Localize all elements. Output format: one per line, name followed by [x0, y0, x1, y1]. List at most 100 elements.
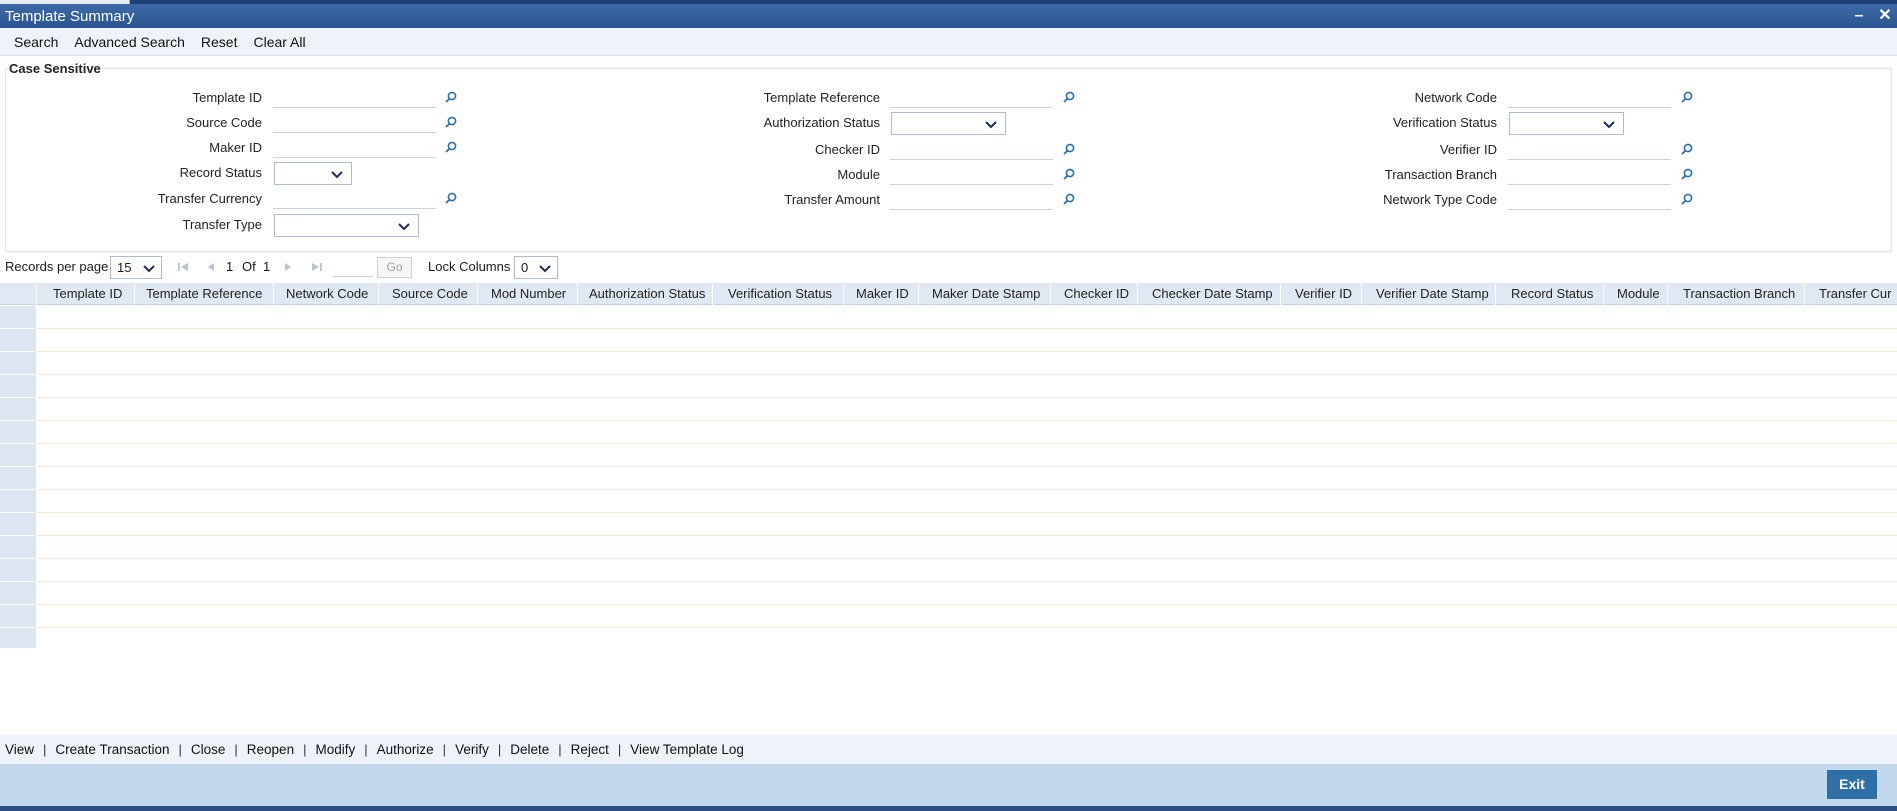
column-header[interactable]: Template Reference: [146, 283, 262, 305]
row-selector[interactable]: [0, 628, 36, 649]
row-selector[interactable]: [0, 536, 36, 559]
window-title: Template Summary: [5, 7, 135, 25]
header-separator: [1050, 283, 1051, 305]
close-icon[interactable]: ✕: [1877, 4, 1893, 28]
column-header[interactable]: Maker Date Stamp: [932, 283, 1040, 305]
advanced-search-button[interactable]: Advanced Search: [66, 34, 193, 50]
column-header[interactable]: Source Code: [392, 283, 468, 305]
column-header[interactable]: Module: [1617, 283, 1660, 305]
column-header[interactable]: Template ID: [53, 283, 122, 305]
transaction-branch-lookup-icon[interactable]: [1680, 167, 1694, 181]
maker-id-lookup-icon[interactable]: [444, 140, 458, 154]
create-transaction-action[interactable]: Create Transaction: [55, 742, 169, 757]
modify-action[interactable]: Modify: [315, 742, 355, 757]
column-header[interactable]: Authorization Status: [589, 283, 705, 305]
checker-id-row: Checker ID: [700, 139, 1100, 161]
checker-id-lookup-icon[interactable]: [1062, 142, 1076, 156]
module-lookup-icon[interactable]: [1062, 167, 1076, 181]
row-selector[interactable]: [0, 559, 36, 582]
verify-action[interactable]: Verify: [455, 742, 489, 757]
row-divider: [37, 581, 1897, 582]
transfer-amount-lookup-icon[interactable]: [1062, 192, 1076, 206]
verifier-id-input[interactable]: [1508, 141, 1671, 160]
previous-page-icon[interactable]: [204, 260, 218, 274]
row-divider: [37, 489, 1897, 490]
authorization-status-select[interactable]: [891, 112, 1006, 135]
verification-status-select[interactable]: [1509, 112, 1624, 135]
action-separator: |: [442, 742, 447, 757]
row-selector[interactable]: [0, 352, 36, 375]
column-header[interactable]: Verifier ID: [1295, 283, 1352, 305]
column-header[interactable]: Record Status: [1511, 283, 1593, 305]
network-type-code-lookup-icon[interactable]: [1680, 192, 1694, 206]
template-id-input[interactable]: [273, 89, 436, 108]
module-input[interactable]: [890, 166, 1053, 185]
column-header[interactable]: Transfer Cur: [1819, 283, 1891, 305]
next-page-icon[interactable]: [281, 260, 295, 274]
row-selector[interactable]: [0, 490, 36, 513]
authorize-action[interactable]: Authorize: [377, 742, 434, 757]
row-selector[interactable]: [0, 467, 36, 490]
column-header[interactable]: Mod Number: [491, 283, 566, 305]
source-code-input[interactable]: [273, 114, 436, 133]
template-reference-lookup-icon[interactable]: [1062, 90, 1076, 104]
transfer-currency-input[interactable]: [273, 190, 436, 209]
maker-id-input[interactable]: [273, 139, 436, 158]
row-selector[interactable]: [0, 329, 36, 352]
records-per-page-select[interactable]: 15: [110, 256, 162, 279]
row-selector[interactable]: [0, 306, 36, 329]
row-selector[interactable]: [0, 421, 36, 444]
column-header[interactable]: Network Code: [286, 283, 368, 305]
row-selector[interactable]: [0, 605, 36, 628]
maker-id-row: Maker ID: [0, 137, 470, 159]
first-page-icon[interactable]: [176, 260, 190, 274]
clear-all-button[interactable]: Clear All: [245, 34, 313, 50]
row-selector[interactable]: [0, 375, 36, 398]
column-header[interactable]: Checker ID: [1064, 283, 1129, 305]
row-selector[interactable]: [0, 513, 36, 536]
reject-action[interactable]: Reject: [571, 742, 609, 757]
go-button[interactable]: Go: [377, 257, 412, 278]
network-code-row: Network Code: [1320, 87, 1720, 109]
transfer-amount-input[interactable]: [890, 191, 1053, 210]
transfer-currency-lookup-icon[interactable]: [444, 191, 458, 205]
template-id-lookup-icon[interactable]: [444, 90, 458, 104]
transfer-type-select[interactable]: [274, 214, 419, 237]
maker-id-label: Maker ID: [209, 140, 262, 155]
pagination-bar: Records per page 15 1 Of 1 Go Lock Colum…: [0, 253, 1897, 281]
search-button[interactable]: Search: [6, 34, 66, 50]
delete-action[interactable]: Delete: [510, 742, 549, 757]
column-header[interactable]: Checker Date Stamp: [1152, 283, 1273, 305]
source-code-lookup-icon[interactable]: [444, 115, 458, 129]
row-selector[interactable]: [0, 398, 36, 421]
exit-button[interactable]: Exit: [1827, 770, 1877, 799]
column-header[interactable]: Maker ID: [856, 283, 909, 305]
action-separator: |: [234, 742, 238, 757]
record-status-select[interactable]: [274, 162, 352, 185]
header-separator: [1280, 283, 1281, 305]
reset-button[interactable]: Reset: [193, 34, 246, 50]
row-selector[interactable]: [0, 582, 36, 605]
minimize-icon[interactable]: –: [1851, 4, 1867, 28]
view-template-log-action[interactable]: View Template Log: [630, 742, 744, 757]
reopen-action[interactable]: Reopen: [247, 742, 294, 757]
last-page-icon[interactable]: [310, 260, 324, 274]
lock-columns-select[interactable]: 0: [514, 256, 558, 279]
verifier-id-lookup-icon[interactable]: [1680, 142, 1694, 156]
go-to-page-input[interactable]: [333, 258, 373, 277]
verifier-id-label: Verifier ID: [1439, 142, 1497, 157]
network-code-lookup-icon[interactable]: [1680, 90, 1694, 104]
transaction-branch-input[interactable]: [1508, 166, 1671, 185]
column-header[interactable]: Verifier Date Stamp: [1376, 283, 1489, 305]
template-reference-input[interactable]: [890, 89, 1053, 108]
column-header[interactable]: Verification Status: [728, 283, 832, 305]
network-code-input[interactable]: [1508, 89, 1671, 108]
column-header[interactable]: Transaction Branch: [1683, 283, 1795, 305]
row-selector[interactable]: [0, 444, 36, 467]
transaction-branch-row: Transaction Branch: [1320, 164, 1720, 186]
view-action[interactable]: View: [5, 742, 34, 757]
header-separator: [577, 283, 578, 305]
close-action[interactable]: Close: [191, 742, 226, 757]
network-type-code-input[interactable]: [1508, 191, 1671, 210]
checker-id-input[interactable]: [890, 141, 1053, 160]
